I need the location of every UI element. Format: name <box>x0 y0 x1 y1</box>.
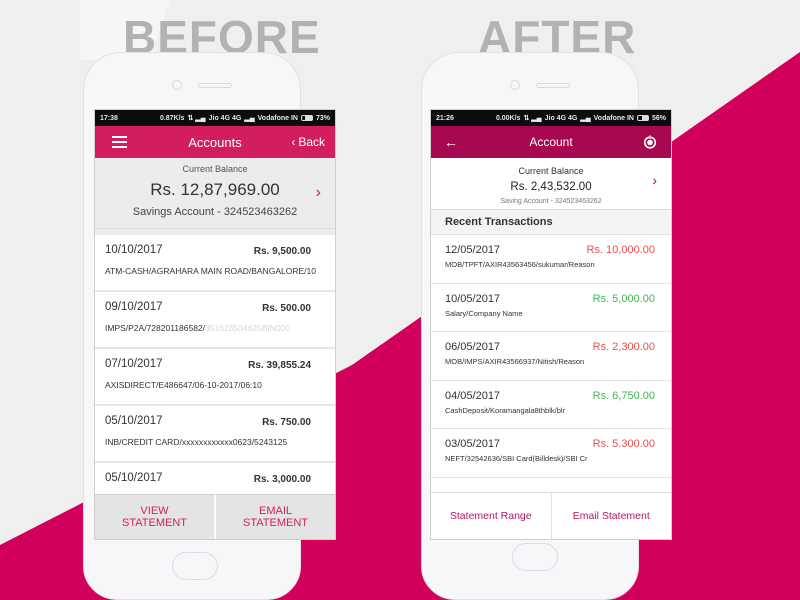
transaction-amount: Rs. 3,000.00 <box>253 474 311 485</box>
balance-label: Current Balance <box>518 166 584 176</box>
transaction-description: INB/CREDIT CARD/xxxxxxxxxxxx0623/5243125 <box>105 437 288 447</box>
battery-icon <box>300 115 313 121</box>
transaction-row[interactable]: 04/05/2017 Rs. 6,750.00 CashDeposit/Koram… <box>431 380 671 429</box>
signal-icon: ▂▄ <box>244 115 255 122</box>
transaction-row[interactable]: 05/10/2017 Rs. 750.00 INB/CREDIT CARD/xxx… <box>95 406 335 463</box>
transaction-description: MOB/IMPS/AXIR43566937/Nitish/Reason <box>445 357 585 366</box>
arrow-left-icon[interactable]: ← <box>444 134 458 150</box>
transaction-amount-debit: Rs. 2,300.00 <box>592 341 655 353</box>
battery-icon <box>636 115 649 121</box>
after-screen: 21:26 0.00K/s ⇅ ▂▄ Jio 4G 4G ▂▄ Vodafone… <box>430 109 672 540</box>
transaction-description: Salary/Company Name <box>445 308 523 318</box>
transaction-amount: Rs. 9,500.00 <box>253 246 311 257</box>
transaction-row[interactable]: 03/05/2017 Rs. 5.300.00 NEFT/32542636/SBI… <box>431 429 671 478</box>
action-bar: VIEW STATEMENT EMAIL STATEMENT <box>95 494 335 539</box>
home-button[interactable] <box>512 543 558 571</box>
signal-icon: ▂▄ <box>580 115 591 122</box>
transaction-amount-credit: Rs. 6,750.00 <box>592 389 655 402</box>
transaction-date: 09/10/2017 <box>105 301 163 313</box>
transaction-date: 05/10/2017 <box>105 472 163 484</box>
transaction-row[interactable]: 09/10/2017 Rs. 500.00 IMPS/P2A/7282011865… <box>95 292 335 349</box>
balance-card[interactable]: Current Balance Rs. 2,43,532.00 Saving A… <box>431 158 671 210</box>
action-bar: Statement Range Email Statement <box>431 492 671 539</box>
transaction-amount: Rs. 500.00 <box>262 303 311 314</box>
transaction-description: IMPS/P2A/728201186582/351623504625BIN000 <box>105 323 291 333</box>
transaction-date: 10/10/2017 <box>105 244 163 256</box>
transaction-date: 12/05/2017 <box>445 244 501 256</box>
statement-range-button[interactable]: Statement Range <box>431 493 551 539</box>
status-bar: 21:26 0.00K/s ⇅ ▂▄ Jio 4G 4G ▂▄ Vodafone… <box>431 110 671 126</box>
transaction-description: CashDeposit/Koramangala8thblk/blr <box>445 405 566 415</box>
transaction-amount: Rs. 750.00 <box>262 417 311 428</box>
before-screen: 17:38 0.87K/s ⇅ ▂▄ Jio 4G 4G ▂▄ Vodafone… <box>94 109 336 540</box>
status-time: 21:26 <box>436 114 454 122</box>
transaction-description: AXISDIRECT/E486647/06-10-2017/06:10 <box>105 380 262 390</box>
hamburger-icon[interactable] <box>112 136 127 148</box>
transaction-row[interactable]: 06/05/2017 Rs. 2,300.00 MOB/IMPS/AXIR4356… <box>431 332 671 381</box>
transaction-row[interactable]: 10/10/2017 Rs. 9,500.00 ATM-CASH/AGRAHARA… <box>95 235 335 292</box>
signal-icon: ⇅ ▂▄ <box>187 115 206 122</box>
carrier-1: Jio 4G 4G <box>208 114 242 122</box>
transaction-date: 03/05/2017 <box>445 438 501 450</box>
transaction-date: 05/10/2017 <box>105 415 163 427</box>
home-button[interactable] <box>172 552 218 580</box>
chevron-right-icon[interactable]: › <box>652 172 657 188</box>
app-bar: Accounts ‹ Back <box>95 126 335 158</box>
signal-icon: ⇅ ▂▄ <box>523 115 542 122</box>
balance-amount: Rs. 12,87,969.00 <box>150 180 280 199</box>
transaction-description: MOB/TPFT/AXIR43563456/sukumar/Reason <box>445 260 595 269</box>
status-time: 17:38 <box>100 114 118 122</box>
balance-card[interactable]: Current Balance Rs. 12,87,969.00 Savings… <box>95 158 335 229</box>
balance-label: Current Balance <box>182 164 248 174</box>
transaction-date: 10/05/2017 <box>445 292 501 305</box>
account-number: Savings Account - 324523463262 <box>132 206 298 218</box>
view-statement-button[interactable]: VIEW STATEMENT <box>95 495 214 539</box>
carrier-1: Jio 4G 4G <box>544 114 578 122</box>
page-title: Account <box>529 135 573 149</box>
app-bar: ← Account <box>431 126 671 158</box>
transaction-row[interactable]: 07/10/2017 Rs. 39,855.24 AXISDIRECT/E4866… <box>95 349 335 406</box>
transaction-row[interactable]: 12/05/2017 Rs. 10,000.00 MOB/TPFT/AXIR435… <box>431 235 671 284</box>
transaction-amount-debit: Rs. 10,000.00 <box>586 244 656 256</box>
transaction-amount-debit: Rs. 5.300.00 <box>592 438 655 450</box>
battery-percent: 73% <box>315 114 330 122</box>
network-speed: 0.00K/s <box>495 114 521 122</box>
transaction-amount-credit: Rs. 5,000.00 <box>592 292 655 305</box>
account-number: Saving Account - 324523463262 <box>500 198 602 205</box>
power-icon[interactable] <box>643 135 657 149</box>
front-camera <box>172 80 182 90</box>
back-button[interactable]: ‹ Back <box>291 135 325 149</box>
speaker-grille <box>198 83 232 88</box>
balance-amount: Rs. 2,43,532.00 <box>510 181 592 193</box>
battery-percent: 56% <box>651 114 666 122</box>
back-label: Back <box>298 135 325 149</box>
email-statement-button[interactable]: EMAIL STATEMENT <box>214 495 335 539</box>
status-bar: 17:38 0.87K/s ⇅ ▂▄ Jio 4G 4G ▂▄ Vodafone… <box>95 110 335 126</box>
transaction-amount: Rs. 39,855.24 <box>248 360 311 371</box>
chevron-left-icon: ‹ <box>291 135 296 149</box>
transaction-date: 06/05/2017 <box>445 341 501 353</box>
transaction-description: NEFT/32542636/SBI Card(Billdesk)/SBI Cr <box>445 454 588 463</box>
front-camera <box>510 80 520 90</box>
transaction-row[interactable]: 10/05/2017 Rs. 5,000.00 Salary/Company Na… <box>431 283 671 332</box>
speaker-grille <box>536 83 570 88</box>
email-statement-button[interactable]: Email Statement <box>550 493 672 539</box>
recent-transactions-heading: Recent Transactions <box>431 210 671 235</box>
transaction-date: 04/05/2017 <box>445 389 501 402</box>
transaction-description: ATM-CASH/AGRAHARA MAIN ROAD/BANGALORE/10 <box>105 266 316 276</box>
carrier-2: Vodafone IN <box>593 114 634 122</box>
transaction-date: 07/10/2017 <box>105 358 163 370</box>
carrier-2: Vodafone IN <box>257 114 298 122</box>
chevron-right-icon[interactable]: › <box>316 184 321 202</box>
network-speed: 0.87K/s <box>159 114 185 122</box>
